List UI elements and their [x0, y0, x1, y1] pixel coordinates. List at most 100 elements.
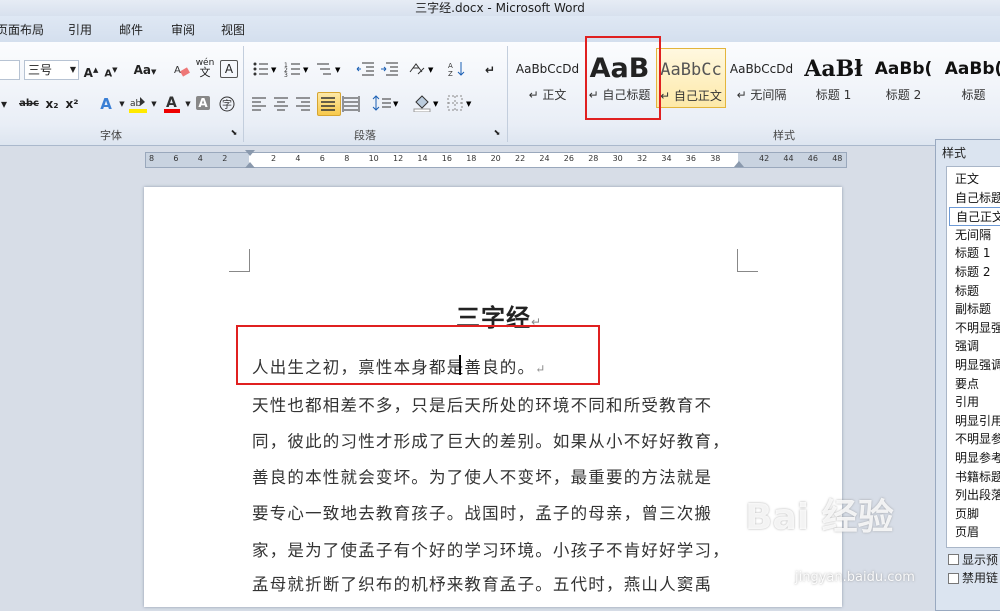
text-effects-button[interactable]: A: [96, 94, 116, 114]
distributed-button[interactable]: [342, 94, 360, 114]
text-effects-dropdown[interactable]: ▼: [118, 94, 126, 114]
window-title: 三字经.docx - Microsoft Word: [0, 0, 1000, 16]
style-heading-2[interactable]: AaBb( 标题 2: [868, 48, 939, 108]
styles-list-item[interactable]: 不明显参: [955, 430, 1000, 447]
font-name-combo[interactable]: [0, 60, 20, 80]
hanging-indent-marker[interactable]: [245, 162, 255, 168]
horizontal-ruler[interactable]: 8 6 4 2 2 4 6 8 10 12 14 16 18 20 22 24 26 28 30 32 34 36 38 42…: [145, 150, 847, 168]
svg-text:▼: ▼: [271, 66, 277, 74]
styles-list-item[interactable]: 不明显强: [955, 319, 1000, 336]
style-heading-1[interactable]: AaBł 标题 1: [798, 48, 869, 108]
document-line-6[interactable]: 家，是为了使孟子有个好的学习环境。小孩子不肯好好学习，: [252, 537, 730, 561]
ruler-tick-label: 22: [515, 154, 526, 163]
tab-view[interactable]: 视图: [221, 21, 245, 38]
style-custom-body[interactable]: AaBbCc ↵ 自己正文: [656, 48, 726, 108]
tab-page-layout[interactable]: 页面布局: [0, 21, 44, 38]
document-line-5[interactable]: 要专心一致地去教育孩子。战国时，孟子的母亲，曾三次搬: [252, 500, 712, 524]
styles-list-item[interactable]: 要点: [955, 375, 979, 392]
phonetic-guide-button[interactable]: wén 文: [194, 58, 216, 78]
styles-list-item[interactable]: 标题: [955, 282, 979, 299]
increase-indent-button[interactable]: [380, 60, 400, 80]
tab-mailings[interactable]: 邮件: [119, 21, 143, 38]
styles-list-item[interactable]: 自己标题: [955, 189, 1000, 206]
align-center-button[interactable]: [272, 94, 290, 114]
change-case-button[interactable]: Aa▼: [132, 60, 158, 80]
ruler-tick-label: 46: [807, 154, 818, 163]
styles-list-item[interactable]: 副标题: [955, 300, 991, 317]
superscript-button[interactable]: x²: [64, 94, 80, 114]
svg-text:▼: ▼: [393, 100, 399, 108]
enclose-characters-button[interactable]: 字: [218, 94, 236, 114]
styles-list-item[interactable]: 明显引用: [955, 412, 1000, 429]
increase-indent-icon: [381, 62, 398, 76]
borders-button[interactable]: ▼: [446, 94, 474, 114]
styles-list-item[interactable]: 页眉: [955, 523, 979, 540]
document-line-7[interactable]: 孟母就折断了织布的机杼来教育孟子。五代时，燕山人窦禹: [252, 571, 712, 595]
highlight-button[interactable]: ab: [128, 94, 148, 114]
chinese-layout-button[interactable]: ▼: [408, 60, 436, 80]
tab-review[interactable]: 审阅: [171, 21, 195, 38]
multilevel-list-button[interactable]: ▼: [316, 60, 342, 80]
svg-text:ab: ab: [130, 99, 142, 109]
align-left-button[interactable]: [250, 94, 268, 114]
styles-list-item[interactable]: 明显参考: [955, 449, 1000, 466]
bullets-overflow-icon[interactable]: ▾: [0, 94, 10, 114]
ruler-tick-label: 8: [344, 154, 350, 163]
svg-text:A: A: [166, 95, 177, 111]
ruler-tick-label: 16: [441, 154, 452, 163]
justify-button[interactable]: [317, 92, 341, 116]
highlight-dropdown[interactable]: ▼: [150, 94, 158, 114]
styles-list-item[interactable]: 无间隔: [955, 226, 991, 243]
svg-text:▼: ▼: [466, 100, 472, 108]
style-preview: AaBb(: [874, 59, 933, 79]
ruler-tick-label: 38: [710, 154, 721, 163]
document-line-2[interactable]: 天性也都相差不多，只是后天所处的环境不同和所受教育不: [252, 392, 712, 416]
align-right-button[interactable]: [294, 94, 312, 114]
styles-list[interactable]: 正文自己标题 自己正文 无间隔 标题 1 标题 2 标题 副标题不明显强 强调明显强调要点 引用…: [946, 166, 1000, 548]
styles-list-item[interactable]: 引用: [955, 393, 979, 410]
styles-list-item[interactable]: 标题 1: [955, 244, 990, 261]
styles-list-item[interactable]: 自己正文: [949, 207, 1000, 227]
ruler-tick-label: 6: [319, 154, 325, 163]
sort-button[interactable]: AZ: [446, 60, 468, 80]
disable-linked-checkbox[interactable]: [948, 573, 959, 584]
style-title[interactable]: AaBb( 标题: [938, 48, 1000, 108]
decrease-indent-button[interactable]: [356, 60, 376, 80]
ruler-tick-label: 28: [588, 154, 599, 163]
show-marks-button[interactable]: ↵: [482, 60, 498, 80]
style-preview: AaBbCcDd: [729, 62, 794, 76]
styles-list-item[interactable]: 明显强调: [955, 356, 1000, 373]
numbering-button[interactable]: 1 2 3 ▼: [284, 60, 310, 80]
tab-references[interactable]: 引用: [68, 21, 92, 38]
styles-list-item[interactable]: 正文: [955, 170, 979, 187]
font-color-button[interactable]: A: [162, 94, 182, 114]
show-preview-checkbox[interactable]: [948, 554, 959, 565]
subscript-button[interactable]: x₂: [44, 94, 60, 114]
font-color-dropdown[interactable]: ▼: [184, 94, 192, 114]
clear-formatting-button[interactable]: A: [172, 60, 192, 80]
strikethrough-button[interactable]: abc: [18, 94, 40, 114]
styles-list-item[interactable]: 书籍标题: [955, 468, 1000, 485]
grow-font-button[interactable]: A▲: [82, 60, 100, 80]
bullets-button[interactable]: ▼: [252, 60, 278, 80]
line-spacing-button[interactable]: ▼: [372, 94, 400, 114]
font-dialog-launcher-icon[interactable]: ⬊: [229, 128, 239, 138]
styles-list-item[interactable]: 列出段落: [955, 486, 1000, 503]
first-line-indent-marker[interactable]: [245, 150, 255, 156]
right-indent-marker[interactable]: [734, 161, 744, 167]
font-size-value: 三号: [28, 63, 53, 77]
font-size-combo[interactable]: 三号 ▼: [24, 60, 79, 80]
style-no-spacing[interactable]: AaBbCcDd ↵ 无间隔: [726, 48, 797, 108]
shrink-font-button[interactable]: A▼: [102, 60, 120, 80]
style-normal[interactable]: AaBbCcDd ↵ 正文: [512, 48, 583, 108]
styles-list-item[interactable]: 强调: [955, 337, 979, 354]
ruler-tick-label: 32: [637, 154, 648, 163]
document-line-4[interactable]: 善良的本性就会变坏。为了使人不变坏，最重要的方法就是: [252, 464, 712, 488]
paragraph-dialog-launcher-icon[interactable]: ⬊: [492, 128, 502, 138]
shading-button[interactable]: ▼: [412, 94, 440, 114]
character-shading-button[interactable]: A: [196, 96, 210, 110]
character-border-button[interactable]: A: [220, 60, 238, 78]
document-line-3[interactable]: 同，彼此的习性才形成了巨大的差别。如果从小不好好教育，: [252, 428, 730, 452]
styles-list-item[interactable]: 标题 2: [955, 263, 990, 280]
styles-list-item[interactable]: 页脚: [955, 505, 979, 522]
